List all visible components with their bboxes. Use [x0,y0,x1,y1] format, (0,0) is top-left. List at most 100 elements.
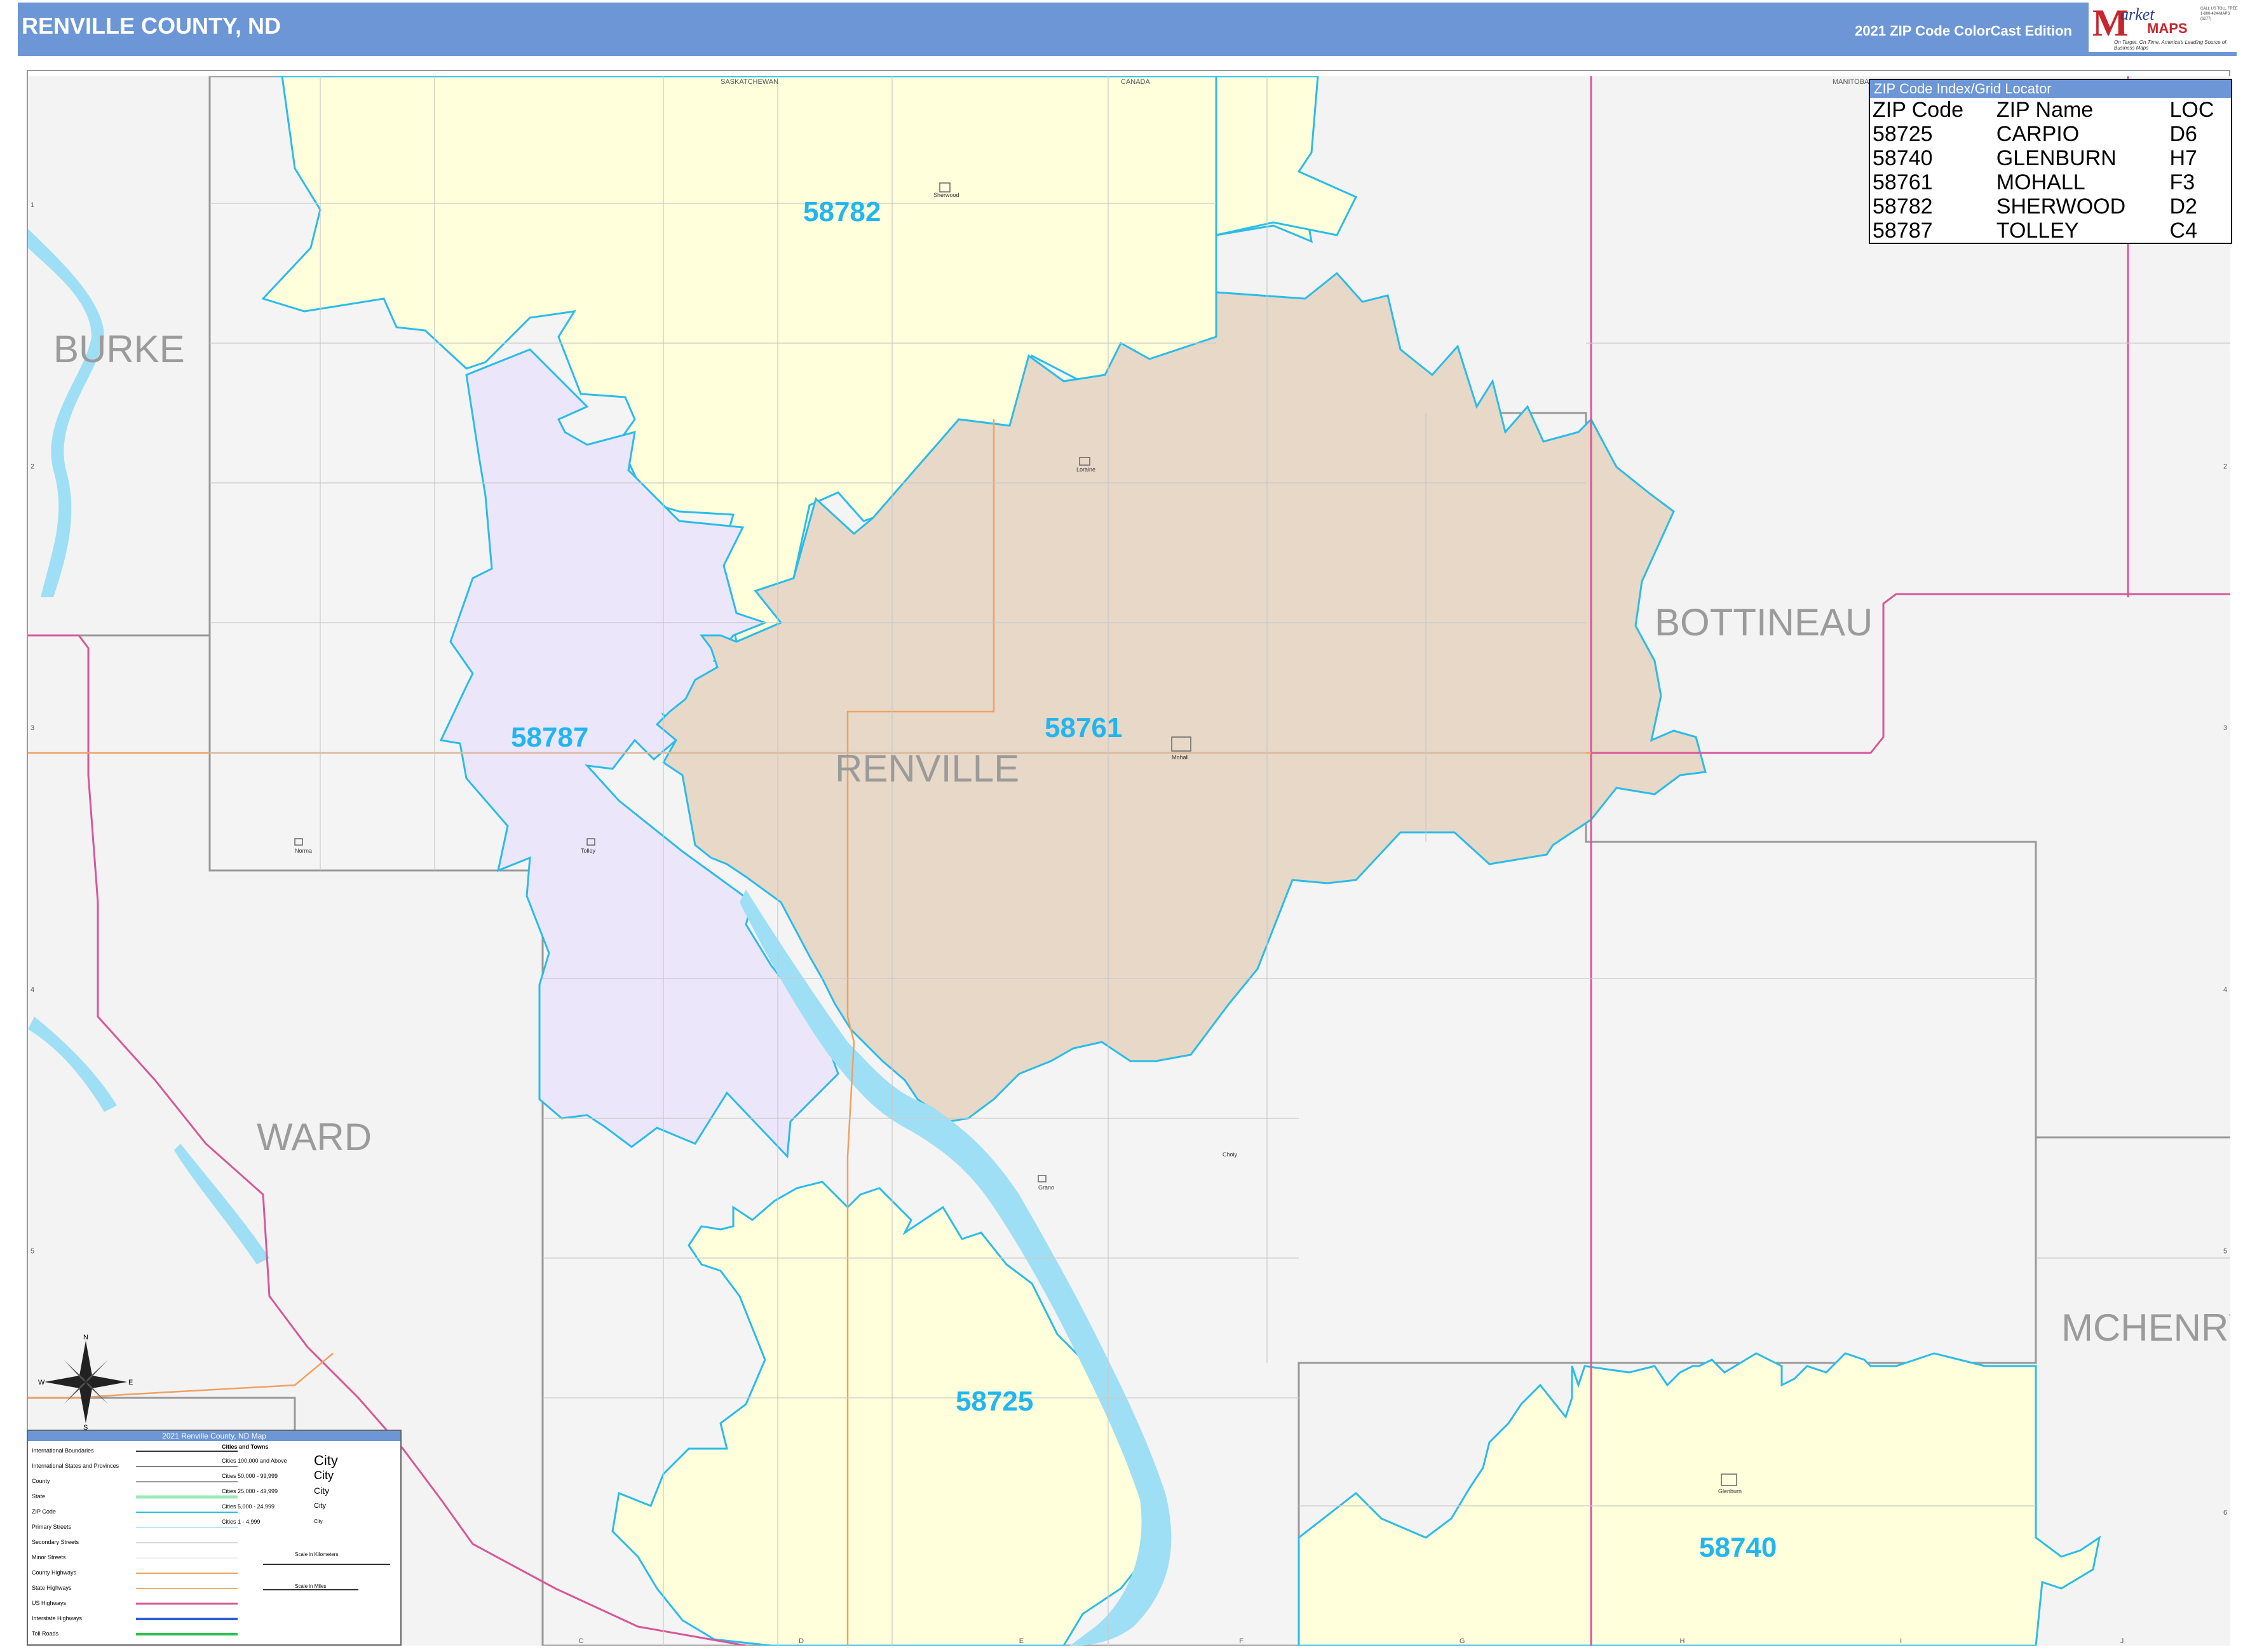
border-canada: CANADA [1121,78,1151,86]
index-header-zip: ZIP Code [1873,98,1964,122]
grid-row-label: 4 [2223,986,2227,994]
row-name: SHERWOOD [1996,194,2126,219]
grid-row-label: 4 [30,986,34,994]
row-name: CARPIO [1996,122,2080,146]
legend-city-sample: City [314,1519,323,1524]
row-loc: D6 [2169,122,2197,146]
legend-title: 2021 Renville County, ND Map [28,1431,400,1441]
logo-maps: MAPS [2147,20,2188,36]
grid-row-label: 5 [30,1248,34,1256]
legend-item: Toll Roads [32,1630,59,1637]
county-label-burke: BURKE [53,328,185,370]
compass-e: E [128,1379,133,1386]
row-loc: H7 [2169,146,2197,170]
legend-city-item: Cities 1 - 4,999 [222,1519,261,1525]
row-loc: C4 [2169,219,2197,243]
grid-column-label: D [799,1637,804,1645]
logo-contact: CALL US TOLL FREE 1-800-424-MAPS (6277) [2200,7,2238,21]
legend-city-item: Cities 25,000 - 49,999 [222,1488,278,1494]
legend-city-item: Cities 50,000 - 99,999 [222,1473,278,1479]
zip-label-58761: 58761 [1045,712,1122,743]
legend-item: International Boundaries [32,1447,94,1454]
legend-city-item: Cities 5,000 - 24,999 [222,1503,275,1510]
legend-city-sample: City [314,1502,326,1510]
legend-cities-head: Cities and Towns [222,1444,269,1450]
row-name: GLENBURN [1996,146,2117,170]
row-zip: 58725 [1873,122,1933,146]
grid-row-label: 6 [2223,1509,2227,1517]
row-loc: D2 [2169,194,2197,219]
city-label-loraine: Loraine [1076,466,1095,473]
grid-row-label: 3 [2223,724,2227,732]
table-row: 58740 GLENBURN H7 [1870,146,2231,170]
legend-item: Minor Streets [32,1554,66,1561]
index-grid: ZIP Code ZIP Name LOC 58725 CARPIO D6 58… [1870,98,2231,243]
grid-row-label: 2 [2223,463,2227,471]
index-header-loc: LOC [2169,98,2214,122]
city-label-glenburn: Glenburn [1718,1488,1742,1494]
legend-item: ZIP Code [32,1508,56,1515]
city-label-mohall: Mohall [1172,754,1189,761]
zip-label-58787: 58787 [511,722,588,753]
grid-column-label: E [1019,1637,1024,1645]
legend-item: Secondary Streets [32,1539,79,1545]
grid-column-label: J [2120,1637,2124,1645]
city-label-norma: Norma [295,848,312,854]
compass-n: N [83,1334,88,1341]
logo-tagline: On Target. On Time. America's Leading So… [2114,39,2226,51]
grid-column-label: I [1900,1637,1902,1645]
legend-city-item: Cities 100,000 and Above [222,1458,287,1464]
row-zip: 58782 [1873,194,1933,219]
row-zip: 58787 [1873,219,1933,243]
legend-item: County [32,1478,50,1484]
county-label-mchenry: MCHENRY [2061,1306,2230,1349]
grid-row-label: 3 [30,724,34,732]
edition-label: 2021 ZIP Code ColorCast Edition [1855,23,2072,39]
city-label-grano: Grano [1038,1184,1054,1191]
zip-map[interactable]: BURKE BOTTINEAU RENVILLE WARD MCHENRY SA… [28,76,2230,1646]
map-title: RENVILLE COUNTY, ND [22,13,281,39]
border-saskatchewan: SASKATCHEWAN [721,78,778,86]
grid-column-label: H [1680,1637,1685,1645]
county-label-bottineau: BOTTINEAU [1655,601,1873,644]
table-row: 58782 SHERWOOD D2 [1870,194,2231,219]
compass-s: S [83,1424,88,1430]
grid-row-label: 5 [2223,1248,2227,1256]
grid-column-label: G [1460,1637,1465,1645]
zip-label-58782: 58782 [803,196,881,227]
border-manitoba: MANITOBA [1833,78,1869,86]
grid-column-label: C [579,1637,584,1645]
row-zip: 58761 [1873,170,1933,194]
grid-column-label: F [1239,1637,1244,1645]
legend-item: Interstate Highways [32,1615,83,1622]
row-name: TOLLEY [1996,219,2079,243]
legend-item: County Highways [32,1569,77,1576]
market-maps-logo: M arket MAPS On Target. On Time. America… [2089,1,2241,52]
county-label-renville: RENVILLE [835,747,1019,790]
zip-label-58740: 58740 [1699,1532,1777,1563]
index-header-row: ZIP Code ZIP Name LOC [1870,98,2231,122]
grid-row-label: 2 [30,463,34,471]
legend-city-sample: City [314,1486,330,1496]
legend-item: State [32,1493,46,1500]
county-label-ward: WARD [257,1116,372,1158]
zip-label-58725: 58725 [956,1386,1033,1417]
table-row: 58725 CARPIO D6 [1870,122,2231,146]
table-row: 58787 TOLLEY C4 [1870,219,2231,243]
legend-item: International States and Provinces [32,1463,119,1469]
legend-city-sample: City [314,1452,338,1468]
city-label-choiy: Choiy [1223,1151,1238,1158]
compass-w: W [38,1379,45,1386]
index-header-name: ZIP Name [1996,98,2094,122]
row-name: MOHALL [1996,170,2085,194]
city-label-tolley: Tolley [581,848,596,854]
row-loc: F3 [2169,170,2195,194]
grid-row-label: 1 [30,201,34,209]
legend-item: State Highways [32,1585,72,1591]
map-legend: 2021 Renville County, ND Map Internation… [27,1430,402,1646]
zip-index-table: ZIP Code Index/Grid Locator ZIP Code ZIP… [1869,79,2232,244]
table-row: 58761 MOHALL F3 [1870,170,2231,194]
legend-scale-km: Scale in Kilometers [295,1552,339,1557]
legend-city-sample: City [314,1469,334,1482]
scale-bar [263,1564,390,1590]
